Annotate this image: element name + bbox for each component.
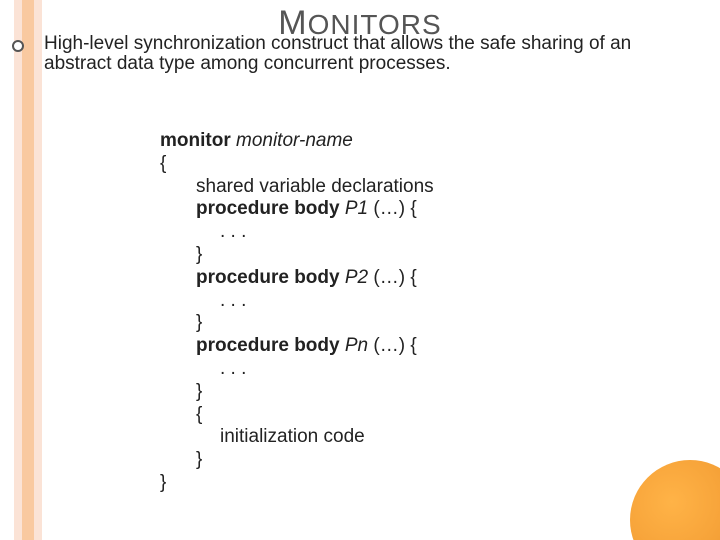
- code-line: {: [160, 153, 434, 176]
- bullet-icon: [12, 40, 24, 52]
- code-line: }: [160, 312, 434, 335]
- code-line: }: [160, 449, 434, 472]
- em-pname: P2: [345, 267, 368, 288]
- code-line: procedure body P2 (…) {: [160, 267, 434, 290]
- code-line: monitor monitor-name: [160, 130, 434, 153]
- code-line: procedure body Pn (…) {: [160, 335, 434, 358]
- code-line: }: [160, 244, 434, 267]
- code-line: . . .: [160, 221, 434, 244]
- kw-procedure: procedure body: [196, 198, 345, 219]
- code-line: shared variable declarations: [160, 176, 434, 199]
- code-rest: (…) {: [368, 267, 417, 288]
- code-rest: (…) {: [368, 335, 417, 356]
- em-pname: Pn: [345, 335, 368, 356]
- em-pname: P1: [345, 198, 368, 219]
- code-line: . . .: [160, 290, 434, 313]
- code-line: . . .: [160, 358, 434, 381]
- code-line: {: [160, 404, 434, 427]
- code-line: procedure body P1 (…) {: [160, 198, 434, 221]
- monitor-code-block: monitor monitor-name { shared variable d…: [160, 130, 434, 495]
- code-line: }: [160, 472, 434, 495]
- em-monitor-name: monitor-name: [231, 130, 353, 151]
- decorative-circle: [630, 460, 720, 540]
- accent-bar-inner: [22, 0, 34, 540]
- definition-text: High-level synchronization construct tha…: [44, 34, 704, 74]
- kw-procedure: procedure body: [196, 267, 345, 288]
- kw-monitor: monitor: [160, 130, 231, 151]
- code-rest: (…) {: [368, 198, 417, 219]
- code-line: initialization code: [160, 426, 434, 449]
- kw-procedure: procedure body: [196, 335, 345, 356]
- code-line: }: [160, 381, 434, 404]
